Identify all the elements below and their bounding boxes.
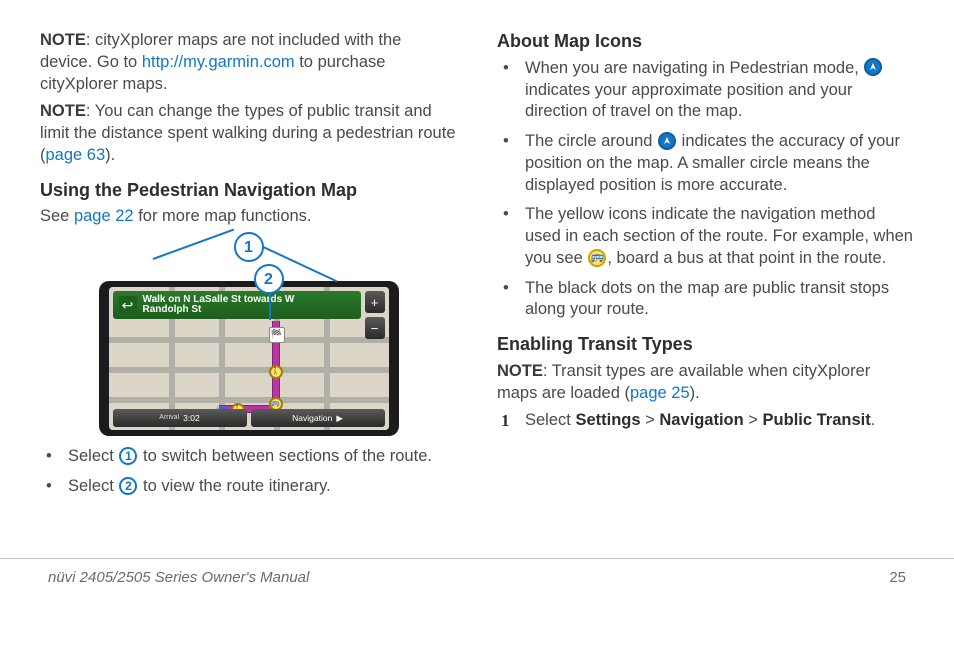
see-before: See — [40, 207, 74, 225]
step-text-1: Select — [525, 411, 575, 429]
bullet-after: to switch between sections of the route. — [138, 447, 432, 465]
callout-2: 2 — [254, 264, 284, 294]
note-label: NOTE — [497, 362, 543, 380]
position-icon — [864, 58, 882, 76]
zoom-out-button[interactable]: − — [365, 317, 385, 339]
garmin-link[interactable]: http://my.garmin.com — [142, 53, 295, 71]
note-2-after: ). — [105, 146, 115, 164]
right-column: About Map Icons When you are navigating … — [497, 30, 914, 590]
page-25-link[interactable]: page 25 — [630, 384, 690, 402]
list-item: The circle around indicates the accuracy… — [497, 131, 914, 196]
bullet-before: Select — [68, 477, 118, 495]
see-line: See page 22 for more map functions. — [40, 206, 457, 228]
page: NOTE: cityXplorer maps are not included … — [0, 0, 954, 600]
back-arrow-icon[interactable]: ↩ — [119, 296, 137, 314]
note-3: NOTE: Transit types are available when c… — [497, 361, 914, 405]
road — [109, 367, 389, 373]
section-using-map-heading: Using the Pedestrian Navigation Map — [40, 179, 457, 203]
turn-bar[interactable]: ↩ Walk on N LaSalle St towards W Randolp… — [113, 291, 361, 319]
zoom-controls: + − — [365, 291, 385, 339]
navigation-segment[interactable]: Navigation ▶ — [251, 409, 385, 427]
callout-1-icon: 1 — [119, 447, 137, 465]
turn-text: Walk on N LaSalle St towards W Randolph … — [143, 295, 295, 316]
navigation-label: Navigation — [659, 411, 743, 429]
note-label: NOTE — [40, 31, 86, 49]
enabling-steps: 1 Select Settings > Navigation > Public … — [497, 410, 914, 432]
bullet-pre: The circle around — [525, 132, 657, 150]
walk-icon: 🚶 — [269, 365, 283, 379]
bottom-bar: Arrival 3:02 Navigation ▶ — [113, 409, 385, 427]
road — [109, 397, 389, 403]
step-1: 1 Select Settings > Navigation > Public … — [497, 410, 914, 432]
bullet-pre: The black dots on the map are public tra… — [525, 279, 889, 319]
note-2: NOTE: You can change the types of public… — [40, 101, 457, 166]
note-1: NOTE: cityXplorer maps are not included … — [40, 30, 457, 95]
map-figure: 1 2 🏁 — [99, 236, 399, 436]
step-number: 1 — [501, 410, 510, 432]
note-3-after: ). — [690, 384, 700, 402]
device-frame: 🏁 🚶 🚌 🚶 ↩ Walk on N LaSalle St towards W… — [99, 281, 399, 436]
list-item: When you are navigating in Pedestrian mo… — [497, 58, 914, 123]
about-icons-bullets: When you are navigating in Pedestrian mo… — [497, 58, 914, 321]
device-screen: 🏁 🚶 🚌 🚶 ↩ Walk on N LaSalle St towards W… — [109, 287, 389, 430]
page-number: 25 — [889, 569, 906, 586]
section-about-icons-heading: About Map Icons — [497, 30, 914, 54]
callout-line — [269, 290, 271, 320]
note-label: NOTE — [40, 102, 86, 120]
callout-line — [152, 229, 233, 260]
bullet-before: Select — [68, 447, 118, 465]
see-after: for more map functions. — [134, 207, 312, 225]
list-item: Select 1 to switch between sections of t… — [40, 446, 457, 468]
figure-bullets: Select 1 to switch between sections of t… — [40, 446, 457, 498]
bus-icon: 🚌 — [588, 249, 606, 267]
bullet-pre: When you are navigating in Pedestrian mo… — [525, 59, 863, 77]
road — [109, 337, 389, 343]
bullet-post: indicates your approximate position and … — [525, 81, 852, 121]
page-63-link[interactable]: page 63 — [46, 146, 106, 164]
nav-label: Navigation — [292, 413, 332, 424]
left-column: NOTE: cityXplorer maps are not included … — [40, 30, 457, 590]
arrival-segment[interactable]: Arrival 3:02 — [113, 409, 247, 427]
page-22-link[interactable]: page 22 — [74, 207, 134, 225]
list-item: Select 2 to view the route itinerary. — [40, 476, 457, 498]
destination-pin-icon: 🏁 — [269, 327, 285, 343]
arrival-label: Arrival — [159, 413, 179, 422]
settings-label: Settings — [575, 411, 640, 429]
arrival-value: 3:02 — [183, 413, 200, 424]
position-icon — [658, 132, 676, 150]
callout-1: 1 — [234, 232, 264, 262]
sep: > — [744, 411, 763, 429]
zoom-in-button[interactable]: + — [365, 291, 385, 313]
public-transit-label: Public Transit — [763, 411, 871, 429]
callout-2-icon: 2 — [119, 477, 137, 495]
footer-title: nüvi 2405/2505 Series Owner's Manual — [48, 569, 309, 586]
turn-line-2: Randolph St — [143, 305, 295, 316]
chevron-right-icon: ▶ — [336, 413, 343, 424]
bullet-after: to view the route itinerary. — [138, 477, 330, 495]
end: . — [871, 411, 876, 429]
list-item: The yellow icons indicate the navigation… — [497, 204, 914, 269]
list-item: The black dots on the map are public tra… — [497, 278, 914, 322]
sep: > — [641, 411, 660, 429]
page-footer: nüvi 2405/2505 Series Owner's Manual 25 — [0, 558, 954, 586]
section-enabling-transit-heading: Enabling Transit Types — [497, 333, 914, 357]
bullet-post: , board a bus at that point in the route… — [607, 249, 886, 267]
